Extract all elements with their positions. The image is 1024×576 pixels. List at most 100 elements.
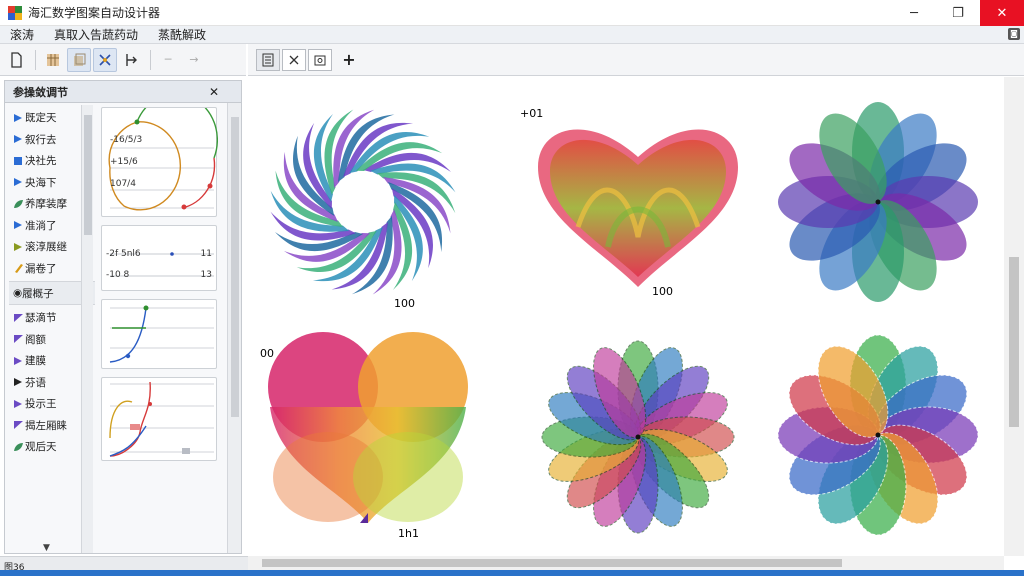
heart2-corner-label: 00 xyxy=(260,347,274,360)
spiral-label: 100 xyxy=(394,297,415,310)
curve-param-card-2[interactable] xyxy=(101,299,217,369)
heart-corner-label: +01 xyxy=(520,107,543,120)
tree-group-label: 履概子 xyxy=(22,287,54,300)
minimize-button[interactable]: ─ xyxy=(892,0,936,26)
document-tabs: + xyxy=(248,44,1024,76)
tree-item-label: 央海下 xyxy=(25,176,57,189)
flag-icon xyxy=(14,421,23,430)
maximize-button[interactable]: ❐ xyxy=(936,0,980,26)
settings-icon xyxy=(314,55,326,65)
curve-param-card-3[interactable] xyxy=(101,377,217,461)
panel-close-button[interactable]: ✕ xyxy=(209,85,219,99)
flag-icon xyxy=(14,335,23,344)
window-title: 海汇数学图案自动设计器 xyxy=(28,6,161,20)
vertical-scrollbar[interactable] xyxy=(1004,77,1024,556)
tree-scroll-down-icon[interactable]: ▼ xyxy=(43,543,50,553)
transform-tool-button[interactable] xyxy=(93,47,117,72)
slider-track xyxy=(110,252,214,277)
undo-button[interactable]: ─ xyxy=(156,48,180,72)
slider-label-2: -10 8 xyxy=(106,270,130,280)
tree-item-label: 阁额 xyxy=(25,333,46,346)
flower-pattern-3[interactable] xyxy=(777,334,979,536)
add-tab-button[interactable]: + xyxy=(338,49,360,71)
play-triangle-icon xyxy=(14,178,22,187)
tree-item-label: 揭左厢睐 xyxy=(25,419,67,432)
tree-item-label: 准淌了 xyxy=(25,219,57,232)
flower-pattern-1[interactable] xyxy=(778,102,978,302)
menu-item-2[interactable]: 真取入告蔬药动 xyxy=(44,26,148,43)
tree-item-label: 养摩装摩 xyxy=(25,198,67,211)
grid-tool-button[interactable] xyxy=(41,48,65,72)
horizontal-scrollbar[interactable] xyxy=(248,556,1004,570)
control-point[interactable] xyxy=(143,305,149,311)
copy-tool-button[interactable] xyxy=(67,47,91,72)
title-bar: 海汇数学图案自动设计器 ─ ❐ ✕ xyxy=(0,0,1024,26)
curve-preview-2 xyxy=(109,305,214,363)
curve-param-card-1[interactable]: -16/5/3 +15/6 107/4 xyxy=(101,107,218,217)
spiral-pattern[interactable] xyxy=(262,101,463,302)
tab-settings[interactable] xyxy=(308,48,332,71)
pencil-icon xyxy=(15,264,23,274)
tree-scrollbar[interactable] xyxy=(81,105,93,553)
control-point[interactable] xyxy=(148,402,152,406)
panel-scroll-thumb[interactable] xyxy=(231,117,239,417)
play-triangle-icon xyxy=(14,242,22,251)
transform-tool-icon xyxy=(99,53,111,66)
color-swatch[interactable] xyxy=(130,424,140,430)
tree-item-label: 投示王 xyxy=(25,398,57,411)
slider-label-1: -2f 5nl6 xyxy=(106,249,141,259)
menu-options-icon[interactable]: ◙ xyxy=(1008,28,1020,40)
curve-preview-3 xyxy=(109,381,214,457)
control-point[interactable] xyxy=(181,204,187,210)
new-file-button[interactable] xyxy=(4,48,28,72)
page-view-icon xyxy=(262,53,274,66)
close-button[interactable]: ✕ xyxy=(980,0,1024,26)
tree-item-label: 瑟滴节 xyxy=(25,312,57,325)
menu-item-3[interactable]: 蒸酰解政 xyxy=(148,26,216,43)
redo-button[interactable]: → xyxy=(182,48,206,72)
color-swatch[interactable] xyxy=(182,448,190,454)
menu-item-1[interactable]: 滚涛 xyxy=(0,26,44,43)
tree-scroll-thumb[interactable] xyxy=(84,115,92,235)
vertical-scroll-thumb[interactable] xyxy=(1009,257,1019,427)
heart-pattern-2[interactable] xyxy=(268,332,468,523)
tree-item-label: 漏卷了 xyxy=(25,262,57,275)
slider-max-2: 13 xyxy=(200,270,212,280)
slider-handle[interactable] xyxy=(170,252,174,256)
export-tool-icon xyxy=(126,53,137,66)
play-triangle-icon xyxy=(14,221,22,230)
drawing-canvas[interactable]: 100 +01 100 00 1h1 xyxy=(248,77,1004,556)
flag-icon xyxy=(14,313,23,322)
play-triangle-icon xyxy=(14,135,22,144)
heart-pattern-1[interactable] xyxy=(538,129,738,288)
play-triangle-icon xyxy=(14,113,22,122)
toolbar: ─ → xyxy=(0,44,246,76)
tree-item-label: 叙行去 xyxy=(25,133,57,146)
pattern-gallery: 100 +01 100 00 1h1 xyxy=(260,101,979,540)
flower-pattern-2[interactable] xyxy=(541,340,735,534)
flower-center xyxy=(875,199,881,205)
tab-formula[interactable] xyxy=(282,48,306,71)
new-file-icon xyxy=(11,51,22,68)
slider-param-card[interactable]: -2f 5nl6 11 -10 8 13 xyxy=(101,225,217,291)
app-logo-icon xyxy=(8,5,22,20)
parameter-cards: -16/5/3 +15/6 107/4 -2f 5nl6 11 -10 8 13 xyxy=(101,107,219,469)
tree-item-label: 滚淳展继 xyxy=(25,241,67,254)
panel-scrollbar[interactable] xyxy=(227,103,241,553)
leaf-icon xyxy=(14,442,23,451)
play-triangle-icon xyxy=(14,378,22,387)
tree-item-label: 决社先 xyxy=(25,155,57,168)
flower-center xyxy=(635,434,641,440)
horizontal-scroll-thumb[interactable] xyxy=(262,559,842,567)
tab-page-view[interactable] xyxy=(256,48,280,71)
export-tool-button[interactable] xyxy=(119,48,143,72)
param-value-1: -16/5/3 xyxy=(110,135,143,145)
menu-bar: 滚涛 真取入告蔬药动 蒸酰解政 ◙ xyxy=(0,26,1024,44)
control-point[interactable] xyxy=(134,119,140,125)
formula-icon xyxy=(289,55,299,64)
copy-tool-icon xyxy=(74,53,86,66)
control-point[interactable] xyxy=(125,353,131,359)
grid-tool-icon xyxy=(47,53,59,66)
control-point[interactable] xyxy=(207,183,213,189)
square-icon xyxy=(14,156,22,165)
